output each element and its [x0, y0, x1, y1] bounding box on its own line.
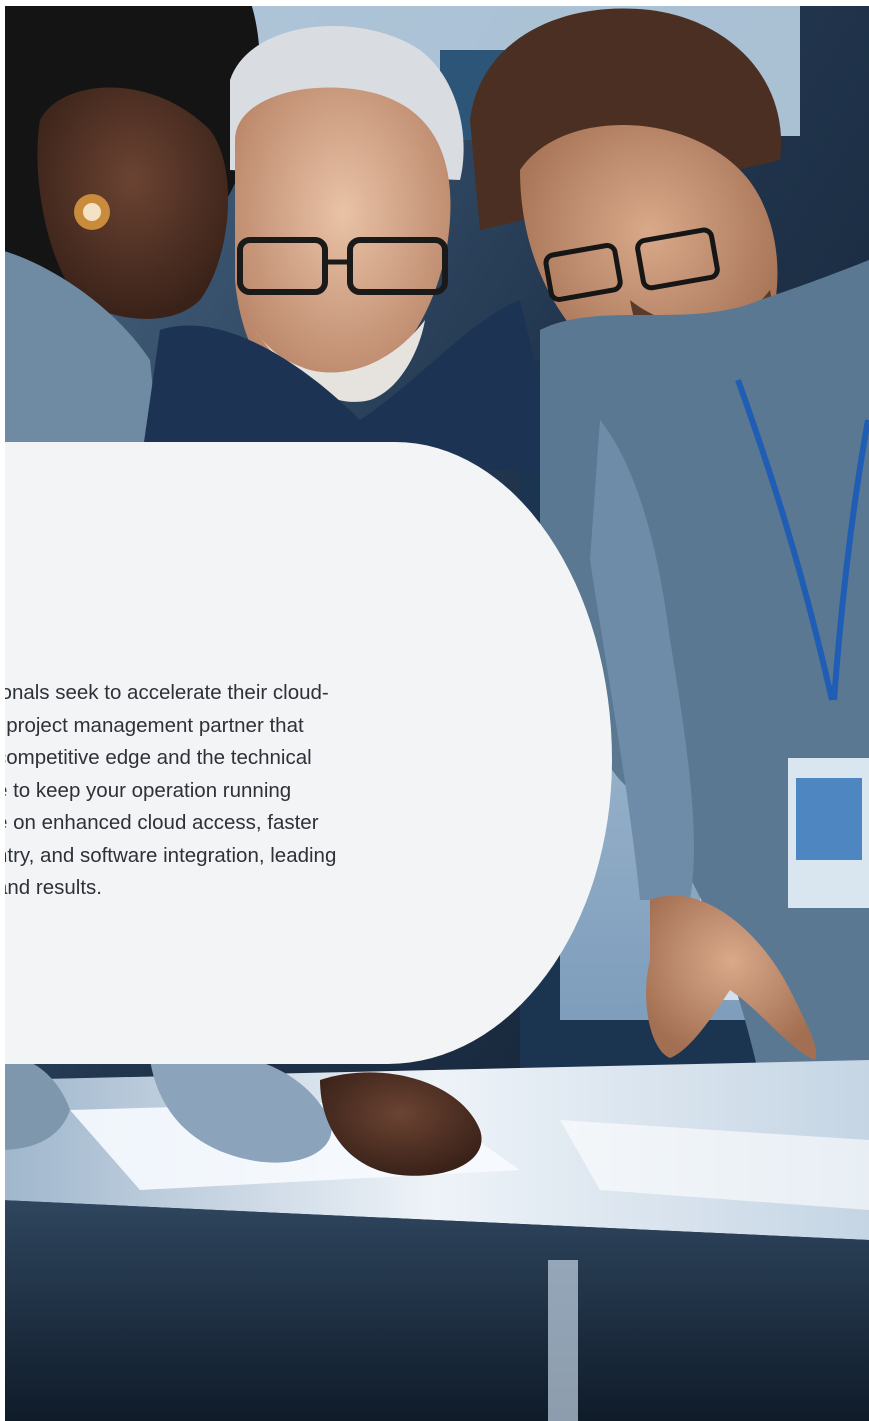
left-border — [0, 0, 5, 1421]
card-paragraph-line: ionals seek to accelerate their cloud- — [0, 681, 329, 704]
card-paragraph-line: ntry, and software integration, leading — [0, 843, 337, 867]
content-card: ionals seek to accelerate their cloud- l… — [0, 442, 612, 1064]
card-paragraph-line: e to keep your operation running — [0, 778, 292, 802]
card-paragraph-line: l project management partner that — [0, 713, 304, 737]
top-border — [0, 0, 869, 6]
card-paragraph: ionals seek to accelerate their cloud- l… — [0, 677, 436, 905]
page: ionals seek to accelerate their cloud- l… — [0, 0, 869, 1421]
card-paragraph-line: competitive edge and the technical — [0, 746, 312, 769]
card-paragraph-line: and results. — [0, 876, 102, 899]
card-paragraph-line: e on enhanced cloud access, faster — [0, 811, 319, 834]
